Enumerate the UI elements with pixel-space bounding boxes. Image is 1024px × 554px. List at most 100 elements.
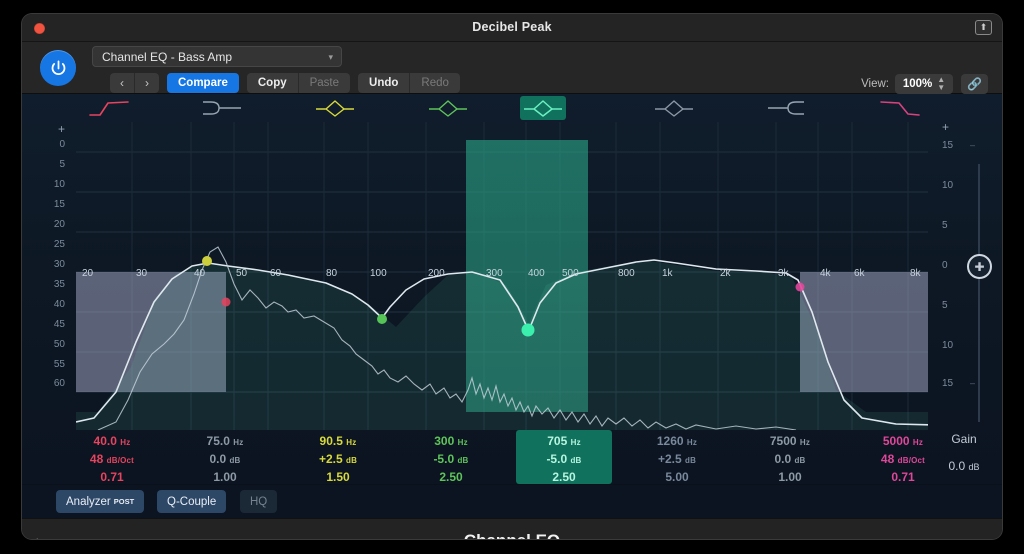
band-gain[interactable]: 0.0 dB: [774, 451, 805, 469]
eq-graph[interactable]: 20 30 40 50 60 80 100 200 300 400 500 80…: [76, 122, 928, 430]
band-frequency[interactable]: 75.0 Hz: [207, 433, 244, 451]
band-gain-value: 0.0: [774, 452, 792, 466]
band-frequency-value: 7500: [769, 434, 797, 448]
band-handle-bell-705[interactable]: [521, 323, 535, 337]
band-frequency-unit: Hz: [233, 438, 244, 447]
band-frequency[interactable]: 705 Hz: [547, 433, 581, 451]
band-icon-4-bell[interactable]: [425, 96, 471, 120]
axis-tick: 5: [942, 220, 948, 231]
freq-tick: 80: [326, 268, 338, 279]
undo-button[interactable]: Undo: [358, 73, 411, 93]
band-gain[interactable]: +2.5 dB: [319, 451, 357, 469]
freq-tick: 2k: [720, 268, 732, 279]
preset-select[interactable]: Channel EQ - Bass Amp ▾: [92, 46, 342, 67]
band-handle-highpass[interactable]: [221, 297, 231, 307]
freq-tick: 4k: [820, 268, 832, 279]
axis-tick: 50: [53, 339, 65, 350]
prev-preset-button[interactable]: ‹: [110, 73, 135, 93]
band-icon-8-lowpass[interactable]: [877, 96, 923, 120]
freq-tick: 400: [528, 268, 545, 279]
expand-icon[interactable]: ⬆: [975, 20, 992, 35]
band-frequency-unit: Hz: [570, 438, 581, 447]
stepper-updown-icon: ▲ ▼: [937, 74, 946, 92]
q-couple-label: Q-Couple: [167, 495, 217, 508]
band-frequency-unit: Hz: [120, 438, 131, 447]
axis-tick: 30: [53, 259, 65, 270]
axis-tick: 10: [942, 180, 954, 191]
power-button[interactable]: [40, 50, 76, 86]
master-gain-label: Gain: [951, 432, 977, 446]
preset-select-value: Channel EQ - Bass Amp: [102, 50, 233, 64]
band-params-1[interactable]: 40.0 Hz 48 dB/Oct 0.71: [64, 430, 160, 484]
band-gain[interactable]: 0.0 dB: [209, 451, 240, 469]
band-q[interactable]: 1.00: [213, 469, 236, 485]
band-frequency-unit: Hz: [346, 438, 357, 447]
plugin-window: Decibel Peak ⬆ Channel EQ - Bass Amp ▾ ‹…: [22, 14, 1002, 539]
analyzer-toggle[interactable]: Analyzer POST: [56, 490, 145, 513]
undo-redo-group: Undo Redo: [358, 73, 460, 93]
band-gain-unit: dB: [794, 456, 806, 465]
master-gain-column[interactable]: Gain 0.0 dB: [928, 430, 1000, 476]
q-couple-toggle[interactable]: Q-Couple: [157, 490, 227, 513]
freq-tick: 100: [370, 268, 387, 279]
hq-toggle[interactable]: HQ: [240, 490, 278, 513]
bell-icon: [524, 100, 562, 117]
band-frequency[interactable]: 7500 Hz: [770, 433, 810, 451]
gain-knob-icon[interactable]: ✚: [967, 254, 992, 279]
view-zoom-stepper[interactable]: 100% ▲ ▼: [895, 73, 953, 94]
band-icon-3-bell[interactable]: [312, 96, 358, 120]
master-gain-value[interactable]: 0.0 dB: [928, 448, 1000, 476]
band-icon-1-highpass[interactable]: [86, 96, 132, 120]
band-q[interactable]: 1.50: [326, 469, 349, 485]
axis-tick: 15: [942, 378, 954, 389]
band-handle-lowpass[interactable]: [795, 282, 805, 292]
compare-button[interactable]: Compare: [167, 73, 239, 93]
band-gain[interactable]: +2.5 dB: [658, 451, 696, 469]
link-icon[interactable]: 🔗: [961, 73, 988, 94]
band-q[interactable]: 2.50: [552, 469, 575, 485]
band-gain[interactable]: 48 dB/Oct: [90, 451, 134, 469]
band-frequency[interactable]: 90.5 Hz: [320, 433, 357, 451]
band-params-6[interactable]: 1260 Hz +2.5 dB 5.00: [629, 430, 725, 484]
band-icon-7-high-shelf[interactable]: [764, 96, 810, 120]
band-icon-2-low-shelf[interactable]: [199, 96, 245, 120]
band-icon-5-bell-selected[interactable]: [520, 96, 566, 120]
view-label: View:: [861, 77, 889, 90]
band-q[interactable]: 0.71: [891, 469, 914, 485]
band-gain[interactable]: -5.0 dB: [546, 451, 581, 469]
band-params-4[interactable]: 300 Hz -5.0 dB 2.50: [403, 430, 499, 484]
band-handle-bell-90[interactable]: [202, 256, 212, 266]
master-gain-unit: dB: [968, 462, 980, 472]
band-frequency[interactable]: 40.0 Hz: [94, 433, 131, 451]
gain-slider-track[interactable]: [978, 164, 980, 422]
band-q[interactable]: 5.00: [665, 469, 688, 485]
footer-bar: › Channel EQ: [22, 518, 1002, 539]
chevron-right-icon[interactable]: ›: [36, 532, 41, 539]
band-params-5-selected[interactable]: 705 Hz -5.0 dB 2.50: [516, 430, 612, 484]
band-gain[interactable]: -5.0 dB: [433, 451, 468, 469]
hq-label: HQ: [250, 495, 268, 508]
axis-tick: 20: [53, 219, 65, 230]
band-gain-unit: dB: [229, 456, 241, 465]
next-preset-button[interactable]: ›: [135, 73, 159, 93]
band-icon-6-bell[interactable]: [651, 96, 697, 120]
band-gain[interactable]: 48 dB/Oct: [881, 451, 925, 469]
band-frequency-value: 75.0: [206, 434, 230, 448]
band-frequency[interactable]: 300 Hz: [434, 433, 468, 451]
band-q[interactable]: 2.50: [439, 469, 462, 485]
paste-button[interactable]: Paste: [298, 73, 351, 93]
axis-tick: +: [942, 120, 950, 134]
band-handle-bell-300[interactable]: [377, 314, 387, 324]
band-params-7[interactable]: 7500 Hz 0.0 dB 1.00: [742, 430, 838, 484]
axis-tick: 5: [59, 159, 65, 170]
band-q[interactable]: 1.00: [778, 469, 801, 485]
axis-tick: 10: [53, 179, 65, 190]
redo-button[interactable]: Redo: [410, 73, 460, 93]
copy-button[interactable]: Copy: [246, 73, 299, 93]
band-params-2[interactable]: 75.0 Hz 0.0 dB 1.00: [177, 430, 273, 484]
band-q[interactable]: 0.71: [100, 469, 123, 485]
band-params-3[interactable]: 90.5 Hz +2.5 dB 1.50: [290, 430, 386, 484]
band-frequency[interactable]: 5000 Hz: [883, 433, 923, 451]
band-frequency[interactable]: 1260 Hz: [657, 433, 697, 451]
freq-tick: 60: [270, 268, 282, 279]
